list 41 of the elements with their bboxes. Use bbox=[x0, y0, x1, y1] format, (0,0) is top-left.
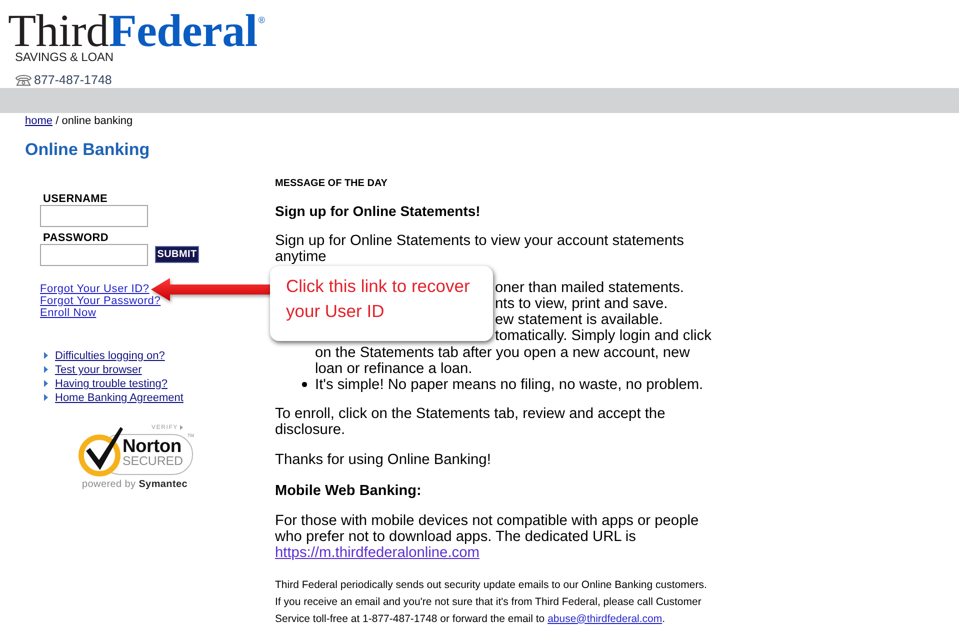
section-label: MESSAGE OF THE DAY bbox=[275, 178, 388, 190]
message-paragraph: Thanks for using Online Banking! bbox=[275, 452, 492, 469]
email-link[interactable]: abuse@thirdfederal.com bbox=[548, 612, 662, 625]
bullet-icon bbox=[302, 382, 306, 387]
field-label: PASSWORD bbox=[43, 232, 109, 244]
message-paragraph: To enroll, click on the Statements tab, review and accept the disclosure. bbox=[275, 406, 666, 438]
help-link[interactable]: Home Banking Agreement bbox=[55, 390, 184, 405]
account-link[interactable]: Enroll Now bbox=[40, 306, 96, 319]
callout-text: Click this link to recover your User ID bbox=[286, 275, 471, 323]
section-title: Mobile Web Banking: bbox=[275, 482, 422, 499]
field-label: USERNAME bbox=[43, 192, 108, 205]
help-link[interactable]: Having trouble testing? bbox=[55, 376, 168, 391]
breadcrumb-link[interactable]: home bbox=[25, 115, 53, 127]
powered-by-text: powered by Symantec bbox=[82, 478, 188, 491]
logo-tagline: SAVINGS & LOAN bbox=[15, 51, 114, 63]
message-title: Sign up for Online Statements! bbox=[275, 203, 480, 219]
bullet-text: nts to view, print and save. bbox=[495, 296, 668, 312]
bullet-text: It's simple! No paper means no filing, no waste, no problem. bbox=[315, 377, 704, 394]
triangle-icon bbox=[180, 425, 183, 430]
telephone-icon bbox=[15, 74, 32, 86]
message-paragraph: For those with mobile devices not compatible with apps or people who prefer not to download apps. The dedicated URL is https://m.thirdfederalonline.com bbox=[275, 512, 700, 562]
page-title: Online Banking bbox=[25, 140, 150, 160]
breadcrumb-current: / online banking bbox=[56, 115, 133, 127]
account-link[interactable]: Forgot Your User ID? bbox=[40, 282, 150, 295]
security-notice: Third Federal periodically sends out security update emails to our Online Banking customers. If you receive an email and you're not sure that it's from Third Federal, please call Customer Service toll-free at 1-877-487-1748 or forward the email to abuse@thirdfederal.com. bbox=[275, 578, 708, 627]
bullet-text: ew statement is available. bbox=[495, 312, 663, 328]
help-link[interactable]: Difficulties logging on? bbox=[55, 348, 165, 363]
bullet-text: oner than mailed statements. bbox=[495, 280, 684, 296]
submit-button[interactable]: SUBMIT bbox=[155, 246, 199, 263]
mobile-url-link[interactable]: https://m.thirdfederalonline.com bbox=[275, 545, 480, 562]
bullet-text: tomatically. Simply login and click on the Statements tab after you open a new account, new loan or refinance a loan. bbox=[315, 328, 712, 378]
seal-brand: Norton bbox=[122, 436, 182, 454]
logo-wordmark: ThirdFederal$^{®}$ bbox=[8, 11, 265, 51]
phone-number: 877-487-1748 bbox=[34, 73, 112, 87]
seal-status: SECURED bbox=[122, 454, 183, 467]
help-link[interactable]: Test your browser bbox=[55, 362, 142, 377]
check-circle-icon bbox=[77, 426, 124, 477]
message-paragraph: Sign up for Online Statements to view your account statements anytime bbox=[275, 233, 685, 266]
account-link[interactable]: Forgot Your Password? bbox=[40, 294, 161, 307]
input-field[interactable] bbox=[40, 205, 148, 227]
input-field[interactable] bbox=[40, 244, 148, 266]
